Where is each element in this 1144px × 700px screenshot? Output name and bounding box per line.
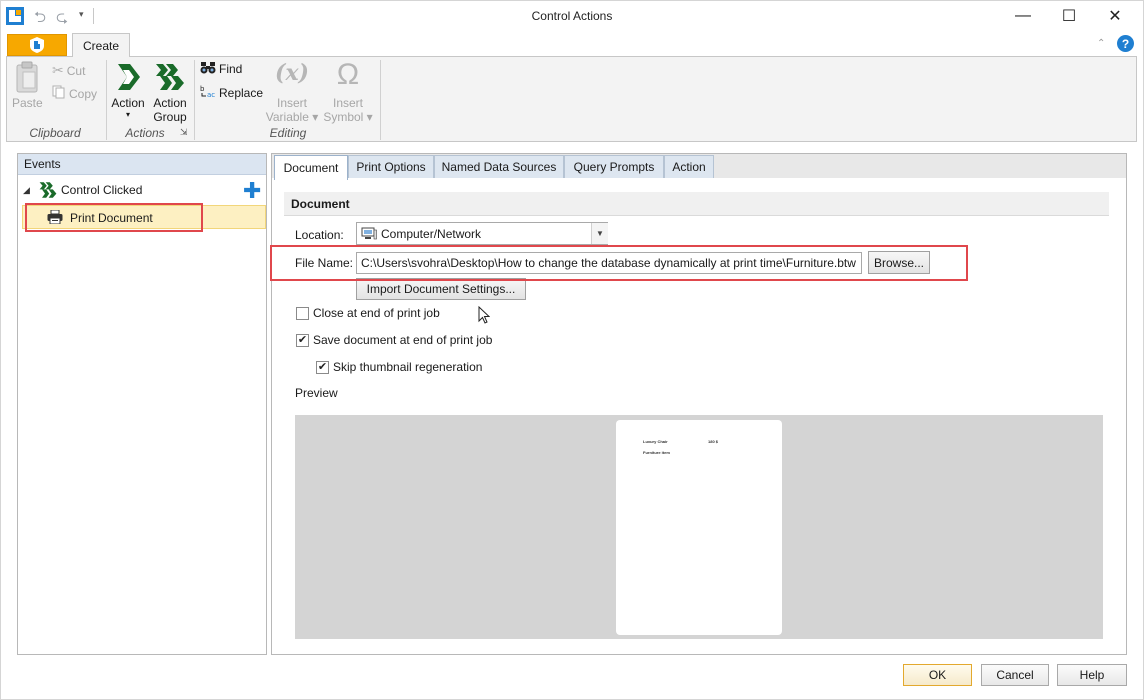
editing-group-label: Editing: [269, 126, 307, 140]
title-bar: [0, 0, 1144, 32]
expand-triangle-icon[interactable]: ◢: [23, 185, 30, 196]
svg-text:ac: ac: [207, 91, 215, 98]
action-group-label: Action: [153, 96, 187, 110]
insert-variable-label: Insert: [276, 96, 307, 110]
tab-action[interactable]: Action: [664, 155, 714, 178]
ribbon-group-divider: [194, 60, 195, 140]
file-name-label: File Name:: [295, 256, 354, 270]
svg-text:b: b: [200, 85, 205, 93]
action-button[interactable]: Action ▾: [108, 60, 148, 124]
tab-document[interactable]: Document: [274, 155, 348, 180]
tree-item-control-clicked[interactable]: ◢ Control Clicked ✚: [18, 178, 266, 204]
skip-thumbnail-checkbox[interactable]: ✔: [316, 361, 329, 374]
insert-symbol-label: Insert: [332, 96, 363, 110]
insert-variable-label-line2: Variable ▾: [265, 110, 319, 124]
preview-page-text: 180 $: [708, 439, 719, 444]
action-button-label: Action: [111, 96, 145, 110]
tab-query-prompts[interactable]: Query Prompts: [564, 155, 664, 178]
tree-item-label: Control Clicked: [61, 183, 143, 197]
close-at-end-label: Close at end of print job: [313, 306, 440, 320]
tab-print-options[interactable]: Print Options: [348, 155, 434, 178]
app-logo-icon[interactable]: [6, 7, 24, 25]
save-document-checkbox[interactable]: ✔: [296, 334, 309, 347]
document-details-panel: Document Print Options Named Data Source…: [271, 153, 1127, 655]
replace-label: Replace: [219, 85, 264, 100]
cut-label: Cut: [66, 63, 86, 78]
location-label: Location:: [295, 228, 344, 242]
quick-access-more-icon[interactable]: ▾: [79, 9, 84, 20]
file-tab-logo-icon: [30, 37, 44, 53]
printer-icon: [47, 209, 63, 227]
insert-symbol-button[interactable]: Ω Insert Symbol ▾: [320, 58, 376, 124]
preview-label: Preview: [295, 386, 338, 400]
copy-label: Copy: [69, 86, 98, 101]
preview-page-text: Luxury Chair: [643, 439, 668, 444]
location-dropdown[interactable]: Computer/Network ▼: [356, 222, 608, 245]
mouse-cursor-icon: [478, 305, 491, 327]
action-group-icon: [154, 62, 186, 95]
actions-group-label: Actions: [125, 126, 165, 140]
ribbon-group-divider: [106, 60, 107, 140]
preview-area: Luxury Chair 180 $ Furniture item: [295, 415, 1103, 639]
quick-access-divider: [93, 8, 94, 24]
tab-named-data-sources[interactable]: Named Data Sources: [434, 155, 564, 178]
cancel-button[interactable]: Cancel: [981, 664, 1049, 686]
variable-icon: (x): [275, 60, 309, 86]
scissors-icon: ✂: [52, 62, 64, 78]
tree-item-label: Print Document: [70, 211, 153, 225]
file-name-input[interactable]: [356, 252, 862, 274]
insert-variable-button[interactable]: (x) Insert Variable ▾: [264, 60, 320, 124]
ribbon-tab-strip: [0, 32, 1144, 56]
action-group-icon: [38, 181, 58, 202]
skip-thumbnail-label: Skip thumbnail regeneration: [333, 360, 483, 374]
copy-button[interactable]: Copy: [52, 85, 97, 102]
replace-button[interactable]: b ac Replace: [200, 84, 263, 101]
ok-button[interactable]: OK: [903, 664, 972, 686]
dropdown-arrow-icon[interactable]: ▼: [591, 223, 608, 244]
tab-create[interactable]: Create: [72, 33, 130, 57]
copy-icon: [52, 85, 66, 102]
location-selected-value: Computer/Network: [381, 227, 482, 241]
collapse-ribbon-icon[interactable]: ⌃: [1097, 38, 1105, 49]
find-label: Find: [219, 62, 243, 76]
binoculars-icon: [200, 61, 216, 77]
computer-icon: [361, 227, 377, 244]
maximize-button[interactable]: ☐: [1046, 0, 1092, 32]
ribbon-group-divider: [380, 60, 381, 140]
undo-icon[interactable]: ⮌: [34, 7, 46, 32]
clipboard-group-label: Clipboard: [29, 126, 81, 140]
section-title: Document: [284, 192, 1109, 216]
events-panel: Events ◢ Control Clicked ✚ Print Documen…: [17, 153, 267, 655]
paste-icon[interactable]: [14, 60, 40, 94]
action-group-label-line2: Group: [153, 110, 187, 124]
help-icon[interactable]: ?: [1117, 35, 1134, 52]
tree-item-print-document[interactable]: Print Document: [22, 205, 266, 229]
file-tab[interactable]: [7, 34, 67, 56]
close-button[interactable]: ✕: [1092, 0, 1138, 32]
events-header: Events: [18, 154, 266, 175]
preview-page-text: Furniture item: [643, 450, 670, 455]
paste-button-label[interactable]: Paste: [12, 96, 43, 110]
omega-icon: Ω: [336, 58, 360, 91]
browse-button[interactable]: Browse...: [868, 251, 930, 274]
action-dropdown-caret-icon: ▾: [125, 110, 130, 119]
action-arrow-icon: [114, 62, 142, 95]
minimize-button[interactable]: —: [1000, 0, 1046, 32]
find-button[interactable]: Find: [200, 61, 242, 77]
redo-icon[interactable]: ⮎: [56, 7, 68, 32]
actions-dialog-launcher-icon[interactable]: ⇲: [180, 127, 188, 138]
cut-button[interactable]: ✂ Cut: [52, 62, 85, 79]
save-document-label: Save document at end of print job: [313, 333, 493, 347]
action-group-button[interactable]: Action Group: [148, 60, 192, 124]
import-document-settings-button[interactable]: Import Document Settings...: [356, 278, 526, 300]
preview-page: Luxury Chair 180 $ Furniture item: [616, 420, 782, 635]
insert-symbol-label-line2: Symbol ▾: [323, 110, 373, 124]
help-button[interactable]: Help: [1057, 664, 1127, 686]
add-icon[interactable]: ✚: [243, 178, 261, 204]
replace-icon: b ac: [200, 84, 216, 101]
close-at-end-checkbox[interactable]: [296, 307, 309, 320]
